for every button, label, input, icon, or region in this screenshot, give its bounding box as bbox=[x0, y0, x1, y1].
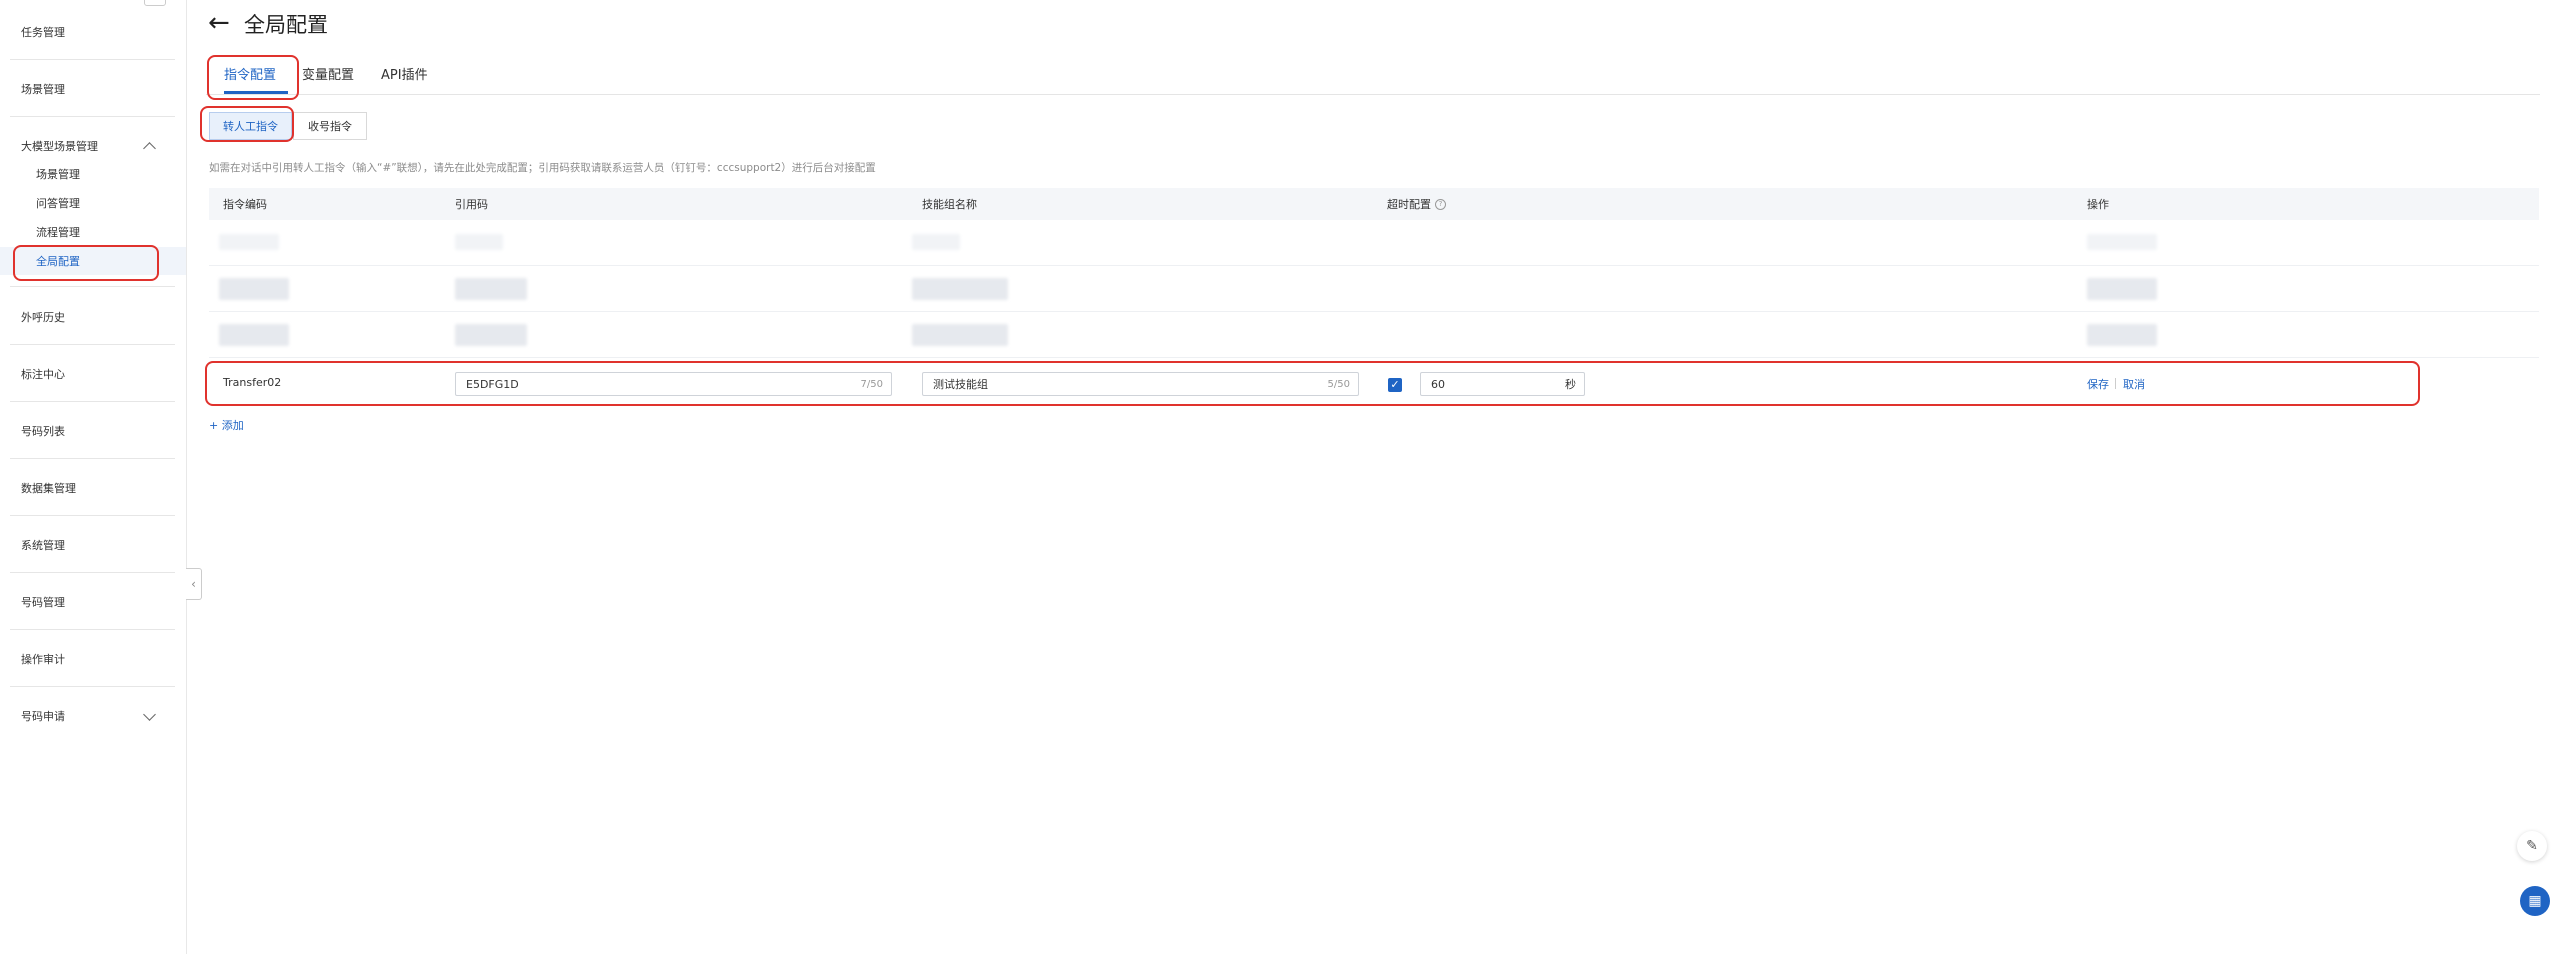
tab-bar: 指令配置 变量配置 API插件 bbox=[206, 60, 2540, 95]
sidebar-item-call-history[interactable]: 外呼历史 bbox=[0, 289, 176, 345]
divider bbox=[10, 458, 175, 459]
sidebar-item-number-list[interactable]: 号码列表 bbox=[0, 403, 176, 459]
sidebar-item-task-management[interactable]: 任务管理 bbox=[0, 4, 176, 60]
blurred-cell bbox=[455, 324, 527, 346]
sidebar-subitem-scene[interactable]: 场景管理 bbox=[0, 162, 176, 186]
highlight-outline bbox=[13, 245, 159, 281]
grid-icon[interactable]: ▦ bbox=[2520, 886, 2550, 916]
column-header: 操作 bbox=[2087, 198, 2109, 211]
chevron-left-icon: ‹ bbox=[191, 577, 196, 591]
chevron-down-icon bbox=[143, 708, 156, 721]
table-header: 指令编码 引用码 技能组名称 超时配置? 操作 bbox=[209, 188, 2539, 220]
hint-text: 如需在对话中引用转人工指令（输入“#”联想），请先在此处完成配置；引用码获取请联… bbox=[209, 162, 876, 174]
divider bbox=[10, 572, 175, 573]
help-icon[interactable]: ? bbox=[1435, 198, 1446, 210]
blurred-cell bbox=[219, 234, 279, 250]
add-button[interactable]: + 添加 bbox=[209, 417, 244, 433]
sidebar-item-system-management[interactable]: 系统管理 bbox=[0, 517, 176, 573]
column-header: 指令编码 bbox=[223, 198, 267, 211]
divider bbox=[10, 629, 175, 630]
highlight-outline bbox=[205, 361, 2420, 406]
blurred-cell bbox=[912, 234, 960, 250]
tab-variable-config[interactable]: 变量配置 bbox=[302, 64, 354, 83]
blurred-cell bbox=[219, 278, 289, 300]
sidebar: 任务管理 场景管理 大模型场景管理 场景管理 问答管理 流程管理 全局配置 外呼… bbox=[0, 0, 187, 954]
divider bbox=[10, 401, 175, 402]
blurred-cell bbox=[455, 278, 527, 300]
blurred-cell bbox=[2087, 234, 2157, 250]
sidebar-item-number-application[interactable]: 号码申请 bbox=[0, 688, 176, 744]
sidebar-subitem-flow[interactable]: 流程管理 bbox=[0, 220, 176, 244]
blurred-cell bbox=[912, 278, 1008, 300]
column-header: 技能组名称 bbox=[922, 198, 977, 211]
divider bbox=[10, 286, 175, 287]
divider bbox=[10, 686, 175, 687]
sidebar-item-dataset-management[interactable]: 数据集管理 bbox=[0, 460, 176, 516]
column-header: 引用码 bbox=[455, 198, 488, 211]
edit-icon[interactable]: ✎ bbox=[2517, 831, 2547, 861]
highlight-outline bbox=[207, 55, 299, 100]
sidebar-item-number-management[interactable]: 号码管理 bbox=[0, 574, 176, 630]
highlight-outline bbox=[200, 106, 294, 142]
blurred-cell bbox=[2087, 278, 2157, 300]
divider bbox=[10, 515, 175, 516]
blurred-cell bbox=[2087, 324, 2157, 346]
column-header-timeout: 超时配置? bbox=[1387, 188, 1446, 220]
blurred-cell bbox=[912, 324, 1008, 346]
table-row bbox=[209, 266, 2539, 312]
divider bbox=[10, 116, 175, 117]
tab-api-plugin[interactable]: API插件 bbox=[381, 64, 428, 83]
table-row bbox=[209, 220, 2539, 266]
divider bbox=[10, 59, 175, 60]
page-title: 全局配置 bbox=[244, 13, 328, 37]
divider bbox=[10, 344, 175, 345]
blurred-cell bbox=[455, 234, 503, 250]
sidebar-subitem-qa[interactable]: 问答管理 bbox=[0, 191, 176, 215]
sidebar-item-operation-audit[interactable]: 操作审计 bbox=[0, 631, 176, 687]
sidebar-item-scene-management[interactable]: 场景管理 bbox=[0, 61, 176, 117]
table-row bbox=[209, 312, 2539, 358]
sidebar-item-annotation-center[interactable]: 标注中心 bbox=[0, 346, 176, 402]
segment-collect-number[interactable]: 收号指令 bbox=[293, 112, 367, 140]
arrow-left-icon[interactable]: ← bbox=[208, 9, 230, 37]
blurred-cell bbox=[219, 324, 289, 346]
sidebar-collapse-button[interactable]: ‹ bbox=[186, 568, 202, 600]
chevron-up-icon bbox=[143, 142, 156, 155]
